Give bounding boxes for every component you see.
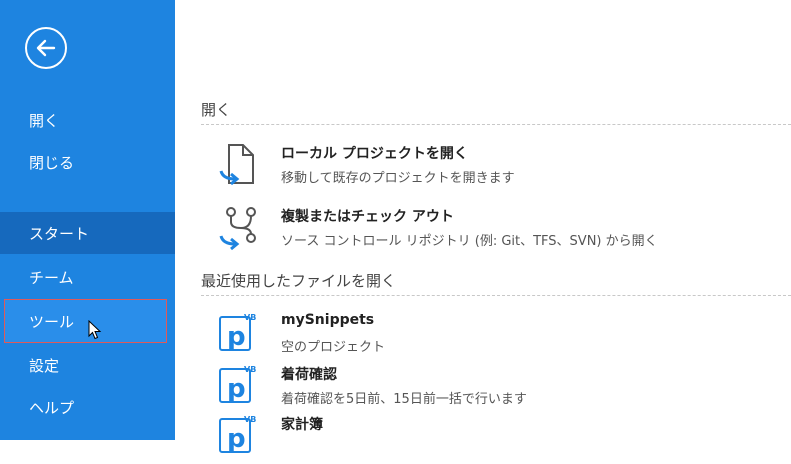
section-title-recent: 最近使用したファイルを開く [201,270,791,296]
vb-badge: VB [244,415,256,424]
open-local-project-icon [219,144,254,186]
sidebar-item-tools[interactable]: ツール [4,299,167,343]
clone-checkout-item[interactable]: 複製またはチェック アウト ソース コントロール リポジトリ (例: Git、T… [219,206,779,256]
open-local-project-item[interactable]: ローカル プロジェクトを開く 移動して既存のプロジェクトを開きます [219,143,779,193]
open-local-project-desc: 移動して既存のプロジェクトを開きます [281,171,515,186]
sidebar-item-team[interactable]: チーム [0,256,175,298]
recent-item-title: mySnippets [281,312,375,328]
sidebar-item-settings[interactable]: 設定 [0,344,175,386]
sidebar: 開く 閉じる スタート チーム ツール 設定 ヘルプ [0,0,175,440]
vb-badge: VB [244,365,256,374]
arrow-left-circle-icon [36,39,56,57]
recent-item-desc: 空のプロジェクト [281,340,386,355]
recent-item-arrival-check[interactable]: p VB 着荷確認 着荷確認を5日前、15日前一括で行います [219,364,779,414]
vb-project-icon: p VB [219,313,256,352]
recent-item-mysnippets[interactable]: p VB mySnippets 空のプロジェクト [219,312,779,362]
clone-checkout-title: 複製またはチェック アウト [281,209,454,225]
vb-project-icon: p VB [219,365,256,404]
mouse-cursor-icon [88,320,102,340]
sidebar-item-start[interactable]: スタート [0,212,175,254]
clone-checkout-icon [219,207,256,251]
open-local-project-title: ローカル プロジェクトを開く [281,146,468,162]
svg-text:p: p [227,374,246,404]
sidebar-item-close[interactable]: 閉じる [0,141,175,183]
recent-item-desc: 着荷確認を5日前、15日前一括で行います [281,392,527,407]
sidebar-item-open[interactable]: 開く [0,99,175,141]
section-title-open: 開く [201,99,791,125]
svg-text:p: p [227,322,246,352]
sidebar-item-help[interactable]: ヘルプ [0,386,175,428]
main-panel: 開く ローカル プロジェクトを開く 移動して既存のプロジェクトを開きます 複製ま… [175,0,791,454]
back-button[interactable] [25,27,67,69]
recent-item-household-account[interactable]: p VB 家計簿 [219,414,779,464]
recent-item-title: 着荷確認 [281,367,337,383]
vb-badge: VB [244,313,256,322]
recent-item-title: 家計簿 [281,417,323,433]
clone-checkout-desc: ソース コントロール リポジトリ (例: Git、TFS、SVN) から開く [281,234,658,249]
vb-project-icon: p VB [219,415,256,454]
svg-text:p: p [227,424,246,454]
